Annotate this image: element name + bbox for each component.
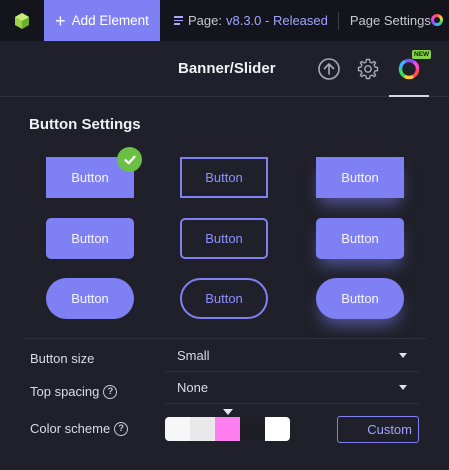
top-toolbar: + Add Element Page: v8.3.0 - Released Pa… (0, 0, 449, 41)
panel-header: Banner/Slider NEW (0, 41, 449, 97)
button-size-select[interactable]: Small (177, 348, 210, 363)
add-element-label: Add Element (71, 13, 149, 28)
panel-title: Banner/Slider (178, 60, 276, 77)
button-size-label: Button size (30, 351, 94, 366)
color-wheel-icon[interactable] (431, 14, 443, 26)
button-style-outline-square[interactable]: Button (180, 157, 268, 198)
color-swatch[interactable] (240, 417, 265, 441)
button-style-outline-rounded[interactable]: Button (180, 218, 268, 259)
button-style-filled-rounded[interactable]: Button (46, 218, 134, 259)
button-style-outline-pill[interactable]: Button (180, 278, 268, 319)
active-tab-indicator (389, 95, 429, 97)
select-underline (165, 371, 419, 372)
app-logo[interactable] (0, 0, 44, 41)
new-badge: NEW (412, 50, 432, 59)
chevron-down-icon[interactable] (399, 385, 407, 390)
select-underline (165, 403, 419, 404)
page-settings-tab[interactable]: Page Settings (350, 13, 431, 28)
section-title: Button Settings (29, 116, 141, 133)
button-style-filled-pill[interactable]: Button (46, 278, 134, 319)
upload-icon[interactable] (317, 57, 341, 81)
help-icon[interactable]: ? (103, 384, 118, 399)
custom-color-button[interactable]: Custom (337, 416, 419, 443)
page-prefix: Page: (188, 13, 222, 28)
help-icon[interactable]: ? (114, 421, 129, 436)
top-spacing-select[interactable]: None (177, 380, 208, 395)
add-element-button[interactable]: + Add Element (44, 0, 160, 41)
color-swatch-selected[interactable] (215, 417, 240, 441)
button-style-glow-square[interactable]: Button (316, 157, 404, 198)
chevron-down-icon[interactable] (399, 353, 407, 358)
color-swatch[interactable] (265, 417, 290, 441)
page-version: v8.3.0 - Released (225, 13, 328, 28)
top-spacing-label: Top spacing ? (30, 384, 118, 399)
button-size-label-text: Button size (30, 351, 95, 366)
color-swatch[interactable] (165, 417, 190, 441)
page-version-menu[interactable]: Page: v8.3.0 - Released (174, 13, 328, 28)
color-scheme-swatches (165, 417, 290, 441)
plus-icon: + (55, 10, 66, 31)
selected-swatch-indicator (223, 409, 233, 415)
color-scheme-label-text: Color scheme (30, 421, 111, 436)
color-scheme-label: Color scheme ? (30, 421, 129, 436)
color-swatch[interactable] (190, 417, 215, 441)
selected-check-icon (117, 147, 142, 172)
color-wheel-icon[interactable] (397, 57, 421, 81)
cube-logo-icon (15, 12, 29, 29)
divider (337, 11, 339, 30)
button-style-glow-pill[interactable]: Button (316, 278, 404, 319)
top-spacing-label-text: Top spacing (30, 384, 100, 399)
gear-icon[interactable] (356, 57, 380, 81)
divider (24, 338, 426, 339)
button-style-glow-rounded[interactable]: Button (316, 218, 404, 259)
page-list-icon (174, 16, 183, 25)
